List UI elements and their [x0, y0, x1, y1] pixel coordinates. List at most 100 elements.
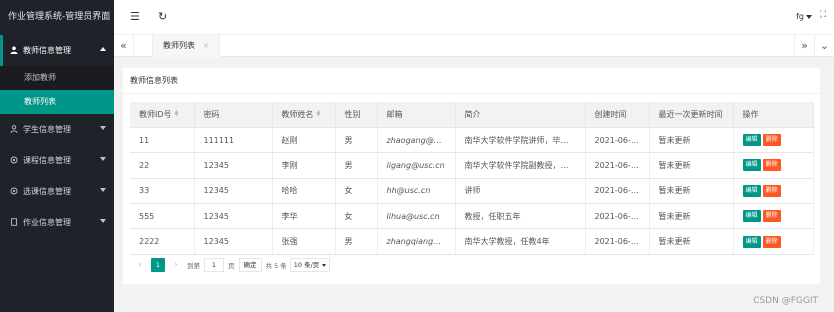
sidebar-item-homework-info[interactable]: 作业信息管理 — [0, 207, 114, 238]
page-input[interactable]: 1 — [204, 258, 224, 272]
table-cell: 暂未更新 — [649, 127, 734, 154]
next-page-icon[interactable]: › — [169, 258, 183, 272]
table-cell: 南华大学教授，任教4年 — [455, 228, 586, 255]
sidebar-item-teacher-list[interactable]: 教师列表 — [0, 90, 114, 114]
table-cell: 12345 — [194, 203, 273, 230]
table-cell: hh@usc.cn — [377, 178, 456, 205]
table-row: 2222 12345 张强男 zhangqiang@us... 南华大学教授，任教4年 2… — [130, 228, 814, 255]
sidebar-item-label: 作业信息管理 — [23, 218, 71, 227]
tabs-left-icon[interactable]: « — [114, 35, 134, 57]
table-row: 33 12345 哈哈女 hh@usc.cn 讲师 2021-06-07 暂未更新 编辑 删除 — [130, 178, 814, 205]
table-row: 11 111111 赵刚男 zhaogang@edu.cn 南华大学软件学院讲师，毕业于… — [130, 127, 814, 154]
fullscreen-icon[interactable]: ⛶ — [820, 10, 826, 20]
table-cell: 555 — [130, 203, 195, 230]
prev-page-icon[interactable]: ‹ — [133, 258, 147, 272]
table-cell: 2021-06-07 — [585, 178, 650, 205]
card-title: 教师信息列表 — [123, 68, 820, 94]
table-cell: 33 — [130, 178, 195, 205]
table-cell: 南华大学软件学院讲师，毕业于x... — [455, 127, 586, 154]
table-cell: 张强 — [272, 228, 336, 255]
table-cell: 女 — [335, 178, 378, 205]
chevron-down-icon — [100, 188, 106, 192]
edit-button[interactable]: 编辑 — [742, 134, 761, 147]
sidebar-item-label: 选课信息管理 — [23, 187, 71, 196]
edit-button[interactable]: 编辑 — [742, 184, 761, 197]
sidebar-item-selection-info[interactable]: 选课信息管理 — [0, 176, 114, 207]
sidebar-item-student-info[interactable]: 学生信息管理 — [0, 114, 114, 145]
refresh-icon[interactable]: ↻ — [158, 10, 167, 23]
table-cell: zhangqiang@us... — [377, 228, 456, 255]
table-cell: 李华 — [272, 203, 336, 230]
table-header-row: 教师ID号 ▲ ▼ 密码 教师姓名 ▲ ▼ 性别 邮箱 简介 创建时间 最近一次更新时间… — [130, 102, 814, 128]
sidebar-item-add-teacher[interactable]: 添加教师 — [0, 66, 114, 90]
document-icon — [9, 217, 19, 228]
table-cell: 12345 — [194, 228, 273, 255]
total-count: 共 5 条 — [265, 262, 287, 270]
sidebar-item-label: 教师信息管理 — [23, 46, 71, 55]
col-header-id[interactable]: 教师ID号 ▲ ▼ — [130, 102, 195, 128]
tabs-bar: « 教师列表 ✕ » ⌄ — [114, 35, 834, 58]
sidebar-item-label: 学生信息管理 — [23, 125, 71, 134]
table-cell: 男 — [335, 127, 378, 154]
delete-button[interactable]: 删除 — [762, 134, 781, 147]
table-cell: 2021-06-13 — [585, 228, 650, 255]
gear-icon — [9, 187, 19, 197]
table-cell: ligang@usc.cn — [377, 152, 456, 179]
sidebar-item-teacher-info[interactable]: 教师信息管理 — [0, 35, 114, 66]
edit-button[interactable]: 编辑 — [742, 159, 761, 172]
actions-cell: 编辑 删除 — [733, 203, 814, 230]
sidebar-item-course-info[interactable]: 课程信息管理 — [0, 145, 114, 176]
sort-icon[interactable]: ▲ ▼ — [175, 110, 180, 118]
table-cell: 暂未更新 — [649, 178, 734, 205]
chevron-down-icon — [322, 263, 327, 267]
sort-icon[interactable]: ▲ ▼ — [317, 110, 322, 118]
table-cell: 讲师 — [455, 178, 586, 205]
gear-icon — [9, 156, 19, 166]
delete-button[interactable]: 删除 — [762, 184, 781, 197]
teacher-table: 教师ID号 ▲ ▼ 密码 教师姓名 ▲ ▼ 性别 邮箱 简介 创建时间 最近一次更新时间… — [130, 102, 814, 255]
table-cell: 2021-06-02 — [585, 127, 650, 154]
user-icon — [9, 46, 19, 56]
col-header-created: 创建时间 — [585, 102, 650, 128]
chevron-up-icon — [100, 47, 106, 51]
confirm-button[interactable]: 确定 — [238, 258, 262, 272]
page-size-select[interactable]: 10 条/页 — [289, 258, 331, 272]
table-cell: 赵刚 — [272, 127, 336, 154]
table-cell: zhaogang@edu.cn — [377, 127, 456, 154]
tabs-right-icon[interactable]: » — [794, 35, 814, 57]
col-header-name[interactable]: 教师姓名 ▲ ▼ — [272, 102, 336, 128]
pagination: ‹ 1 › 到第 1 页 确定 共 5 条 10 条/页 — [133, 258, 331, 272]
tabs-dropdown-icon[interactable]: ⌄ — [814, 35, 834, 57]
teacher-list-card: 教师信息列表 教师ID号 ▲ ▼ 密码 教师姓名 ▲ ▼ 性别 邮箱 简介 创建时间 最… — [123, 68, 820, 284]
tab-label: 教师列表 — [163, 41, 195, 50]
col-header-password: 密码 — [194, 102, 273, 128]
sidebar: 作业管理系统-管理员界面 教师信息管理 添加教师 教师列表 学生信息管理 课程信… — [0, 0, 114, 312]
close-icon[interactable]: ✕ — [203, 42, 209, 50]
delete-button[interactable]: 删除 — [762, 210, 781, 223]
edit-button[interactable]: 编辑 — [742, 210, 761, 223]
table-cell: 12345 — [194, 152, 273, 179]
table-cell: 女 — [335, 203, 378, 230]
page-current[interactable]: 1 — [151, 258, 165, 272]
table-cell: 南华大学软件学院副教授，毕业... — [455, 152, 586, 179]
delete-button[interactable]: 删除 — [762, 159, 781, 172]
table-cell: 2021-06-06 — [585, 203, 650, 230]
table-cell: 111111 — [194, 127, 273, 154]
chevron-down-icon — [100, 157, 106, 161]
user-menu[interactable]: fg — [796, 12, 812, 21]
table-cell: 11 — [130, 127, 195, 154]
table-row: 22 12345 李刚男 ligang@usc.cn 南华大学软件学院副教授，毕业...… — [130, 152, 814, 179]
top-header: ☰ ↻ fg ⛶ — [114, 0, 834, 35]
delete-button[interactable]: 删除 — [762, 235, 781, 248]
table-cell: 暂未更新 — [649, 228, 734, 255]
nav-group-teacher: 教师信息管理 添加教师 教师列表 — [0, 35, 114, 114]
col-header-actions: 操作 — [733, 102, 814, 128]
edit-button[interactable]: 编辑 — [742, 235, 761, 248]
menu-toggle-icon[interactable]: ☰ — [130, 10, 140, 23]
username: fg — [796, 12, 804, 21]
actions-cell: 编辑 删除 — [733, 178, 814, 205]
goto-label: 到第 — [187, 262, 200, 270]
tab-teacher-list[interactable]: 教师列表 ✕ — [152, 35, 220, 58]
page-unit-label: 页 — [228, 262, 235, 270]
table-cell: 哈哈 — [272, 178, 336, 205]
